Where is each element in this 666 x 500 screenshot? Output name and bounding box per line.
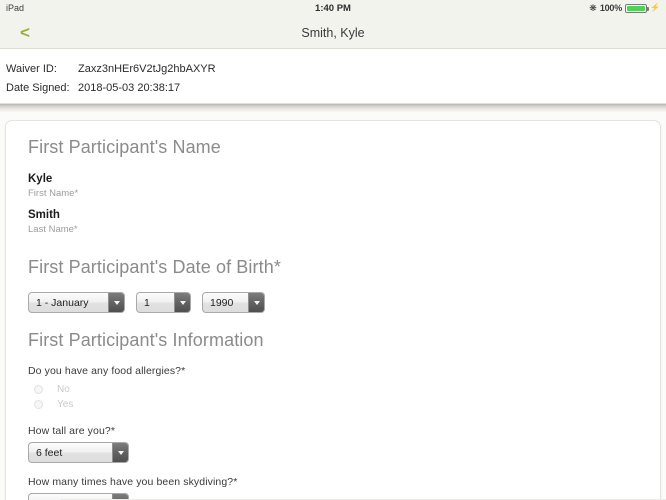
waiver-meta-block: Waiver ID: Zaxz3nHEr6V2tJg2hbAXYR Date S… — [0, 50, 666, 103]
allergies-option-no[interactable]: No — [28, 382, 660, 397]
caret-down-icon — [248, 293, 264, 312]
waiver-id-value: Zaxz3nHEr6V2tJg2hbAXYR — [78, 63, 216, 75]
dob-day-select[interactable]: 1 — [136, 292, 191, 313]
caret-down-icon — [112, 443, 128, 462]
waiver-form-card: First Participant's Name Kyle First Name… — [5, 120, 666, 500]
dob-year-value: 1990 — [210, 296, 234, 309]
dob-required-marker: * — [273, 257, 281, 277]
caret-down-icon — [174, 293, 190, 312]
radio-button-yes[interactable] — [34, 400, 43, 409]
ipad-screen: iPad 1:40 PM ❋ 100% ⚡ < Smith, Kyle Waiv… — [0, 0, 666, 500]
info-section-heading: First Participant's Information — [28, 330, 264, 350]
skydiving-question-label: How many times have you been skydiving?* — [28, 476, 238, 488]
dob-section-heading: First Participant's Date of Birth* — [28, 257, 660, 278]
dob-month-value: 1 - January — [36, 296, 89, 309]
waiver-id-row: Waiver ID: Zaxz3nHEr6V2tJg2hbAXYR — [6, 60, 666, 79]
name-section-heading: First Participant's Name — [28, 137, 221, 157]
date-signed-row: Date Signed: 2018-05-03 20:38:17 — [6, 79, 666, 98]
height-question-label: How tall are you?* — [28, 425, 116, 437]
dob-month-select[interactable]: 1 - January — [28, 292, 125, 313]
battery-percent-label: 100% — [599, 3, 623, 13]
dob-year-select[interactable]: 1990 — [202, 292, 265, 313]
first-name-value: Kyle — [28, 173, 53, 185]
date-signed-value: 2018-05-03 20:38:17 — [78, 82, 181, 94]
radio-button-no[interactable] — [34, 385, 43, 394]
last-name-caption: Last Name* — [28, 224, 78, 235]
battery-icon — [625, 3, 650, 13]
height-select[interactable]: 6 feet — [28, 442, 129, 463]
lightning-bolt-icon: ⚡ — [650, 3, 660, 12]
waiver-id-label: Waiver ID: — [6, 63, 57, 75]
status-clock: 1:40 PM — [315, 2, 351, 14]
radio-label-yes: Yes — [57, 399, 74, 410]
last-name-value: Smith — [28, 209, 60, 221]
status-right-cluster: ❋ 100% ⚡ — [589, 3, 660, 13]
dob-heading-text: First Participant's Date of Birth — [28, 257, 274, 277]
height-value: 6 feet — [36, 446, 63, 459]
dob-day-value: 1 — [144, 296, 150, 309]
first-name-caption: First Name* — [28, 188, 79, 199]
bluetooth-icon: ❋ — [589, 2, 597, 13]
battery-fill — [627, 5, 646, 11]
allergies-question-label: Do you have any food allergies?* — [28, 365, 186, 377]
status-bar: iPad 1:40 PM ❋ 100% ⚡ — [0, 0, 666, 16]
waiver-scroll-area[interactable]: First Participant's Name Kyle First Name… — [0, 112, 666, 500]
allergies-option-yes[interactable]: Yes — [28, 397, 660, 412]
date-signed-label: Date Signed: — [6, 82, 70, 94]
page-title: Smith, Kyle — [301, 25, 365, 40]
height-select-row: 6 feet — [28, 442, 660, 463]
radio-label-no: No — [57, 384, 70, 395]
section-separator-shadow — [0, 103, 666, 112]
caret-down-icon — [108, 293, 124, 312]
nav-bar: < Smith, Kyle — [0, 16, 666, 49]
dob-select-row: 1 - January 1 1990 — [28, 292, 660, 313]
